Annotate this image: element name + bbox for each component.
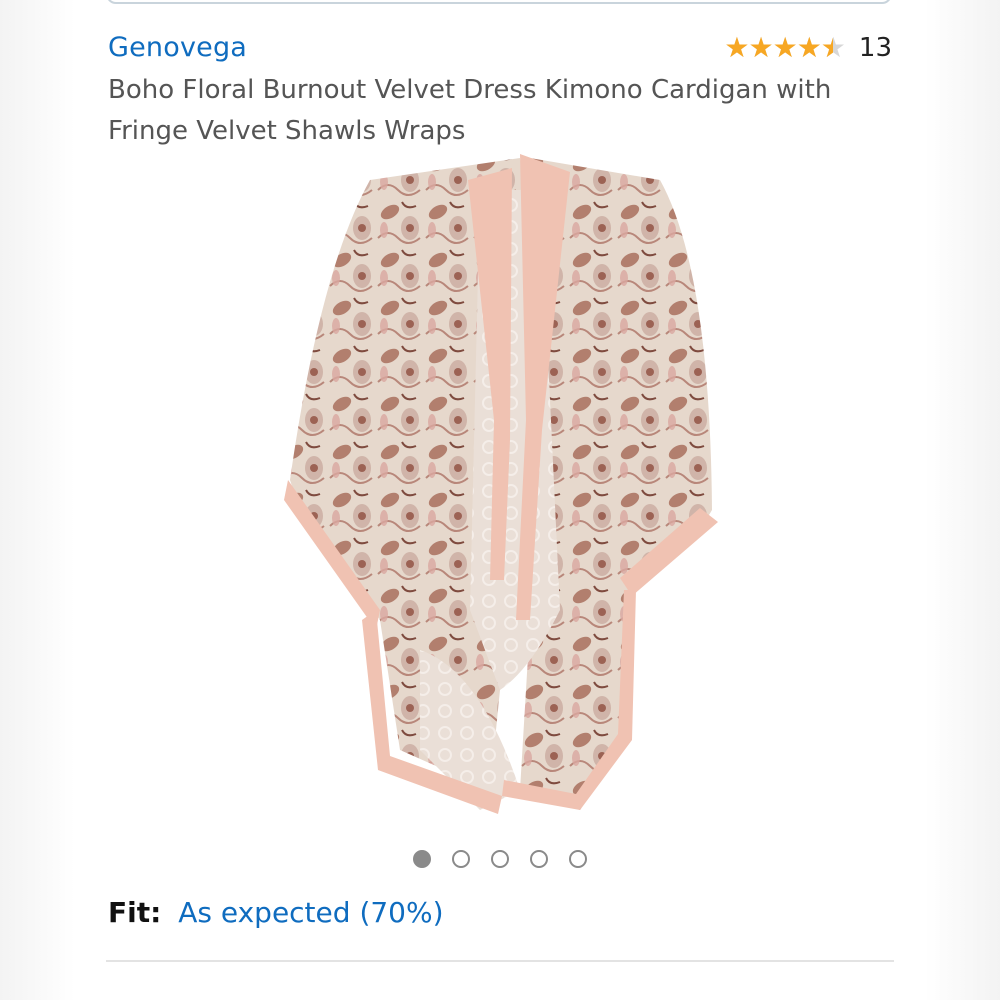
fit-summary: Fit: As expected (70%) <box>108 896 444 929</box>
carousel-dot-icon[interactable] <box>491 850 509 868</box>
search-bar-edge[interactable] <box>106 0 892 4</box>
section-divider <box>106 960 894 962</box>
carousel-dot-icon[interactable] <box>530 850 548 868</box>
rating-summary[interactable]: ★★★★★ ★★★★★ 13 <box>724 30 892 66</box>
product-image[interactable] <box>280 150 720 830</box>
fit-label: Fit: <box>108 896 162 929</box>
carousel-dot-icon[interactable] <box>569 850 587 868</box>
carousel-dot-icon[interactable] <box>452 850 470 868</box>
product-page: Genovega ★★★★★ ★★★★★ 13 Boho Floral Burn… <box>0 0 1000 1000</box>
star-rating-icon: ★★★★★ ★★★★★ <box>724 34 846 62</box>
product-title: Boho Floral Burnout Velvet Dress Kimono … <box>108 75 832 146</box>
carousel-dot-icon[interactable] <box>413 850 431 868</box>
brand-link[interactable]: Genovega <box>108 32 247 63</box>
star-rating-fill: ★★★★★ <box>724 34 832 62</box>
image-carousel-dots[interactable] <box>0 850 1000 868</box>
rating-count[interactable]: 13 <box>859 33 892 63</box>
fit-value-link[interactable]: As expected (70%) <box>178 896 443 929</box>
